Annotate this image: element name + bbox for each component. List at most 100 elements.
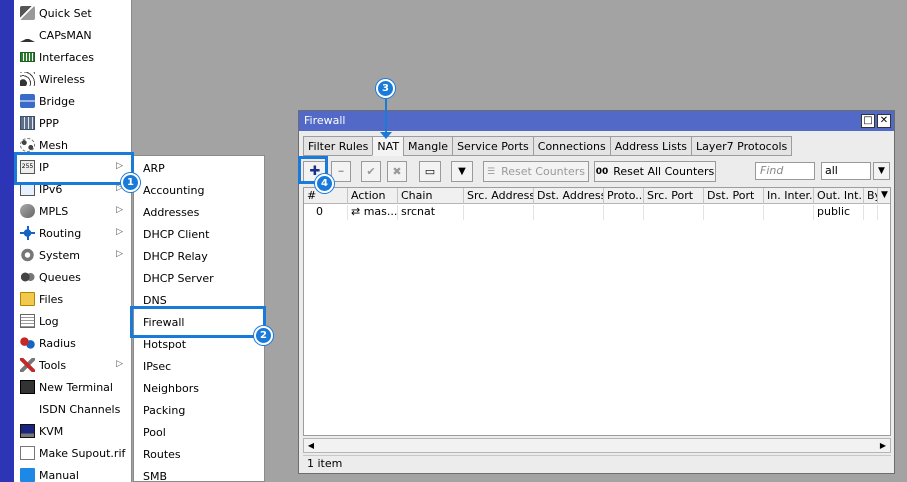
menu-item-mpls[interactable]: MPLS ▷: [14, 200, 131, 222]
submenu-arrow-icon: ▷: [116, 359, 123, 369]
column-header[interactable]: Chain: [398, 188, 464, 204]
submenu-item-packing[interactable]: Packing: [134, 400, 264, 422]
menu-item-tools[interactable]: Tools ▷: [14, 354, 131, 376]
menu-item-label: System: [39, 248, 81, 262]
menu-item-label: CAPsMAN: [39, 28, 92, 42]
menu-item-radius[interactable]: Radius: [14, 332, 131, 354]
submenu-item-dhcp-server[interactable]: DHCP Server: [134, 268, 264, 290]
column-header[interactable]: Action: [348, 188, 398, 204]
submenu-arrow-icon: ▷: [116, 249, 123, 259]
submenu-arrow-icon: ▷: [116, 205, 123, 215]
capsman-icon: [20, 28, 35, 42]
menu-item-label: PPP: [39, 116, 59, 130]
nat-arrow-head: [380, 132, 392, 139]
menu-item-bridge[interactable]: Bridge: [14, 90, 131, 112]
menu-item-system[interactable]: System ▷: [14, 244, 131, 266]
column-header[interactable]: Dst. Port: [704, 188, 764, 204]
menu-item-label: Mesh: [39, 138, 68, 152]
queues-icon: [20, 270, 35, 284]
menu-item-ppp[interactable]: PPP: [14, 112, 131, 134]
window-title: Firewall: [304, 114, 346, 127]
menu-item-label: Routing: [39, 226, 82, 240]
tab-service-ports[interactable]: Service Ports: [452, 136, 534, 156]
submenu-item-ipsec[interactable]: IPsec: [134, 356, 264, 378]
menu-item-new-terminal[interactable]: New Terminal: [14, 376, 131, 398]
menu-item-capsman[interactable]: CAPsMAN: [14, 24, 131, 46]
cell-in: [764, 205, 814, 220]
tab-nat[interactable]: NAT: [372, 136, 405, 156]
table-header: # Action Chain Src. Address Dst. Address Prot…: [304, 188, 890, 204]
columns-dropdown-icon[interactable]: ▼: [878, 188, 890, 204]
filter-select[interactable]: all: [821, 162, 871, 180]
menu-item-manual[interactable]: Manual: [14, 464, 131, 482]
submenu-item-routes[interactable]: Routes: [134, 444, 264, 466]
menu-item-log[interactable]: Log: [14, 310, 131, 332]
submenu-item-smb[interactable]: SMB: [134, 466, 264, 482]
filter-button[interactable]: ▼: [451, 161, 473, 182]
firewall-window: Firewall □ ✕ Filter Rules NAT Mangle Servic…: [298, 110, 895, 474]
scroll-left-arrow-icon[interactable]: ◀: [305, 440, 317, 452]
submenu-item-pool[interactable]: Pool: [134, 422, 264, 444]
filter-dropdown-button[interactable]: ▼: [873, 162, 890, 180]
reset-counters-button[interactable]: ☰ Reset Counters: [483, 161, 589, 182]
mesh-icon: [20, 138, 35, 152]
tab-mangle[interactable]: Mangle: [403, 136, 454, 156]
horizontal-scrollbar[interactable]: ◀ ▶: [303, 438, 891, 453]
menu-item-kvm[interactable]: KVM: [14, 420, 131, 442]
menu-item-interfaces[interactable]: Interfaces: [14, 46, 131, 68]
cell-sport: [644, 205, 704, 220]
window-titlebar[interactable]: Firewall □ ✕: [299, 111, 894, 131]
manual-icon: [20, 468, 35, 482]
scroll-right-arrow-icon[interactable]: ▶: [877, 440, 889, 452]
find-input[interactable]: Find: [755, 162, 815, 180]
column-header[interactable]: Src. Address: [464, 188, 534, 204]
tab-address-lists[interactable]: Address Lists: [609, 136, 693, 156]
submenu-item-addresses[interactable]: Addresses: [134, 202, 264, 224]
menu-item-label: New Terminal: [39, 380, 113, 394]
remove-button[interactable]: ━: [331, 161, 351, 182]
table-row[interactable]: 0 ⇄ mas... srcnat public: [304, 205, 890, 220]
blank-icon: [20, 402, 35, 416]
menu-item-quick-set[interactable]: Quick Set: [14, 2, 131, 24]
column-header[interactable]: Src. Port: [644, 188, 704, 204]
submenu-item-neighbors[interactable]: Neighbors: [134, 378, 264, 400]
menu-item-make-supout-rif[interactable]: Make Supout.rif: [14, 442, 131, 464]
column-header[interactable]: In. Inter...: [764, 188, 814, 204]
close-button[interactable]: ✕: [877, 114, 891, 128]
reset-counters-icon: ☰: [487, 166, 496, 177]
reset-all-counters-button[interactable]: 00 Reset All Counters: [594, 161, 716, 182]
comment-button[interactable]: ▭: [419, 161, 441, 182]
menu-item-label: MPLS: [39, 204, 69, 218]
menu-item-routing[interactable]: Routing ▷: [14, 222, 131, 244]
reset-counters-label: Reset Counters: [501, 165, 585, 178]
mpls-icon: [20, 204, 35, 218]
menu-item-wireless[interactable]: Wireless: [14, 68, 131, 90]
enable-button[interactable]: ✔: [361, 161, 381, 182]
step-badge-2: 2: [254, 326, 273, 345]
disable-button[interactable]: ✖: [387, 161, 407, 182]
side-strip: [0, 0, 14, 482]
column-header[interactable]: By: [864, 188, 878, 204]
supout-icon: [20, 446, 35, 460]
column-header[interactable]: Out. Int...: [814, 188, 864, 204]
menu-item-label: Wireless: [39, 72, 86, 86]
submenu-item-dhcp-client[interactable]: DHCP Client: [134, 224, 264, 246]
submenu-item-accounting[interactable]: Accounting: [134, 180, 264, 202]
column-header[interactable]: Dst. Address: [534, 188, 604, 204]
tab-filter-rules[interactable]: Filter Rules: [303, 136, 374, 156]
restore-button[interactable]: □: [861, 114, 875, 128]
menu-item-files[interactable]: Files: [14, 288, 131, 310]
tab-layer7-protocols[interactable]: Layer7 Protocols: [691, 136, 793, 156]
terminal-icon: [20, 380, 35, 394]
menu-item-label: Manual: [39, 468, 79, 482]
submenu-item-dhcp-relay[interactable]: DHCP Relay: [134, 246, 264, 268]
highlight-firewall: [130, 306, 266, 338]
submenu-item-arp[interactable]: ARP: [134, 158, 264, 180]
status-bar: 1 item: [303, 455, 891, 472]
bridge-icon: [20, 94, 35, 108]
menu-item-queues[interactable]: Queues: [14, 266, 131, 288]
cell-dport: [704, 205, 764, 220]
menu-item-isdn-channels[interactable]: ISDN Channels: [14, 398, 131, 420]
column-header[interactable]: Proto...: [604, 188, 644, 204]
tab-connections[interactable]: Connections: [532, 136, 611, 156]
